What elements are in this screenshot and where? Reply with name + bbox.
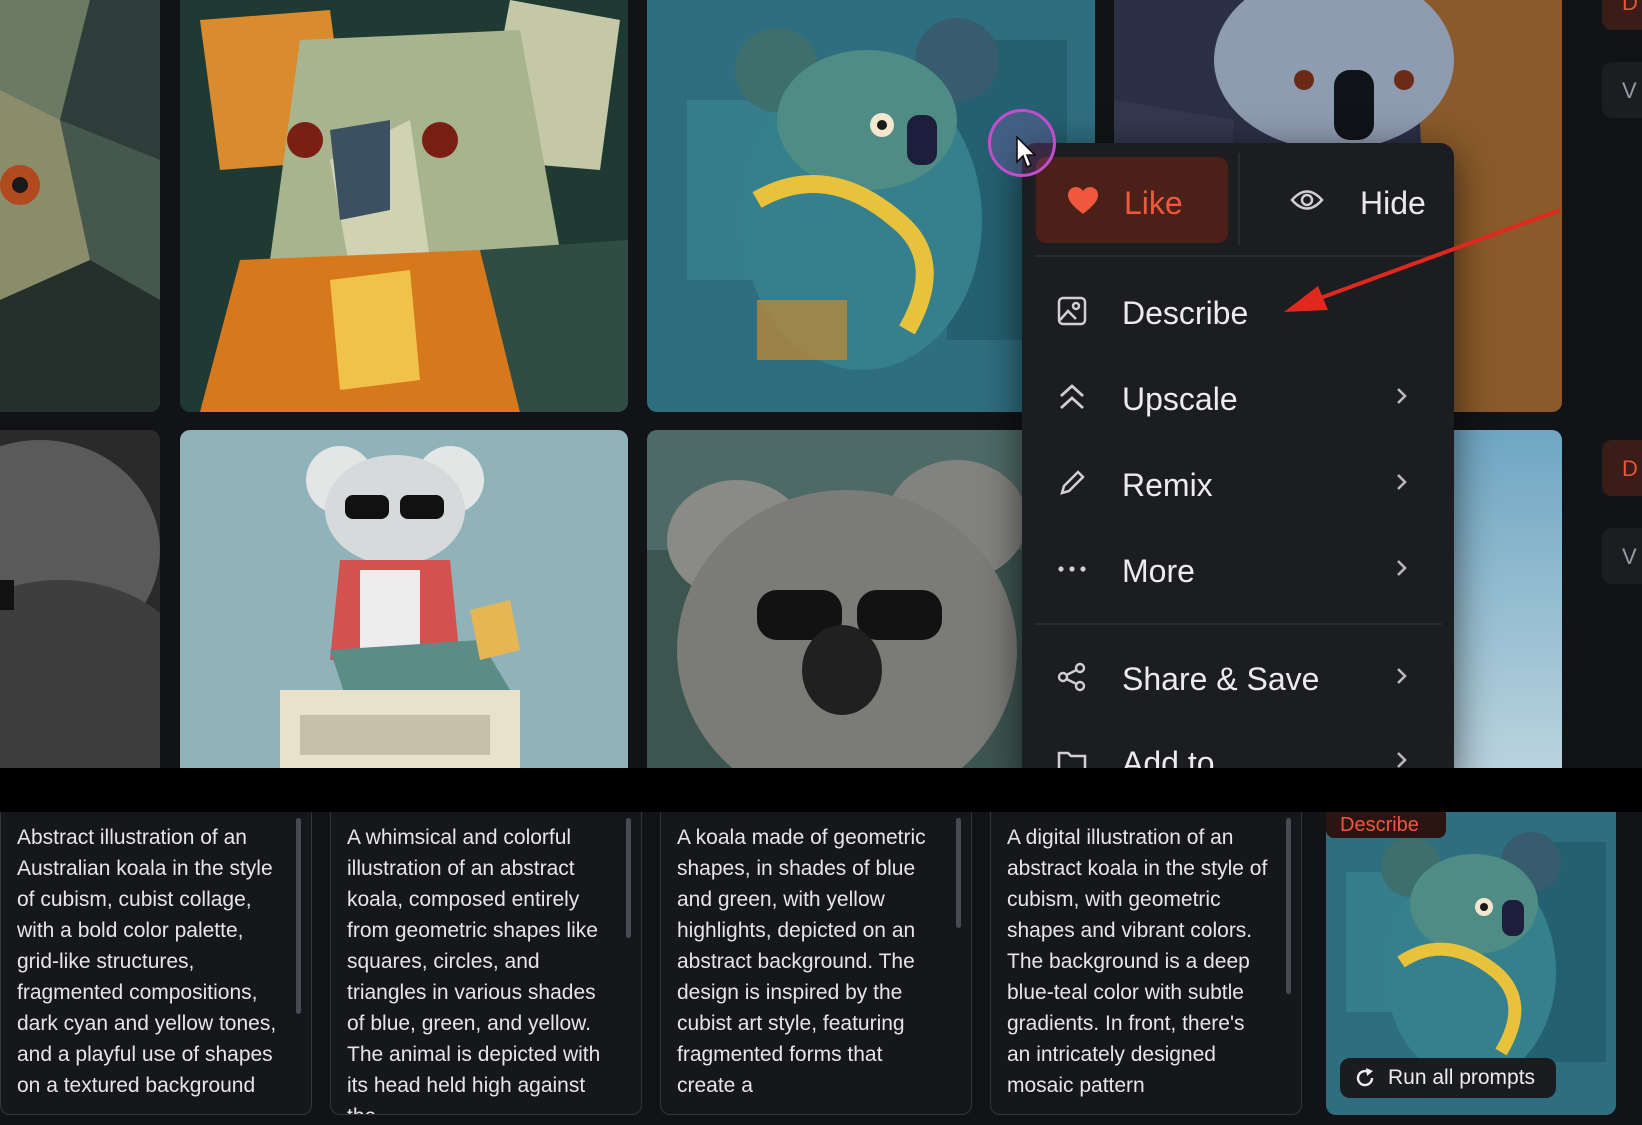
chevron-right-icon — [1397, 560, 1407, 576]
side-button-v-2[interactable]: V — [1602, 528, 1642, 584]
double-chevron-up-icon — [1060, 384, 1084, 410]
menu-item-label: More — [1122, 553, 1195, 589]
side-button-d-2[interactable]: D — [1602, 440, 1642, 496]
menu-item-label: Remix — [1122, 467, 1213, 503]
image-icon — [1057, 296, 1087, 326]
menu-item-label: Describe — [1122, 295, 1249, 331]
refresh-icon — [1356, 1068, 1374, 1087]
menu-item-add-to[interactable]: Add to — [1022, 725, 1454, 768]
chevron-right-icon — [1397, 474, 1407, 490]
prompt-card-1[interactable]: Abstract illustration of an Australian k… — [0, 812, 312, 1115]
side-button-d-1[interactable]: D — [1602, 0, 1642, 30]
heart-icon — [1068, 187, 1098, 214]
describe-tag-label: Describe — [1340, 814, 1419, 836]
prompt-card-4[interactable]: A digital illustration of an abstract ko… — [990, 812, 1302, 1115]
folder-icon — [1057, 751, 1087, 768]
prompt-card-2[interactable]: A whimsical and colorful illustration of… — [330, 812, 642, 1115]
menu-item-label: Add to — [1122, 745, 1215, 768]
menu-item-remix[interactable]: Remix — [1022, 447, 1454, 519]
menu-divider — [1034, 623, 1442, 625]
prompt-text: A koala made of geometric shapes, in sha… — [677, 826, 926, 1097]
mouse-cursor-icon — [1016, 136, 1037, 169]
scrollbar[interactable] — [626, 818, 631, 938]
menu-item-label: Upscale — [1122, 381, 1238, 417]
run-all-prompts-button[interactable]: Run all prompts — [1340, 1058, 1556, 1098]
like-label: Like — [1124, 185, 1183, 221]
gallery-image-koala-bw-photo[interactable] — [0, 430, 160, 768]
prompt-text: A digital illustration of an abstract ko… — [1007, 826, 1268, 1097]
describe-results: Abstract illustration of an Australian k… — [0, 812, 1642, 1125]
share-icon — [1057, 662, 1086, 692]
chevron-right-icon — [1397, 752, 1407, 768]
menu-item-label: Share & Save — [1122, 661, 1320, 697]
gallery-image-koala-mosaic-partial[interactable] — [0, 0, 160, 412]
ellipsis-icon — [1058, 566, 1086, 572]
like-button[interactable]: Like — [1036, 157, 1228, 243]
annotation-arrow-icon — [1284, 208, 1561, 312]
scrollbar[interactable] — [296, 818, 301, 1014]
describe-tag: Describe — [1326, 812, 1446, 838]
menu-item-upscale[interactable]: Upscale — [1022, 361, 1454, 433]
chevron-right-icon — [1397, 388, 1407, 404]
prompt-text: A whimsical and colorful illustration of… — [347, 826, 601, 1114]
menu-item-more[interactable]: More — [1022, 533, 1454, 605]
prompt-card-3[interactable]: A koala made of geometric shapes, in sha… — [660, 812, 972, 1115]
divider-band — [0, 768, 1642, 812]
gallery-image-koala-orange-lowpoly[interactable] — [180, 0, 628, 412]
chevron-right-icon — [1397, 668, 1407, 684]
run-all-prompts-label: Run all prompts — [1388, 1066, 1536, 1089]
menu-item-share-save[interactable]: Share & Save — [1022, 641, 1454, 713]
pencil-icon — [1060, 470, 1085, 495]
gallery-image-koala-cartoon-sunglasses[interactable] — [180, 430, 628, 768]
scrollbar[interactable] — [1286, 818, 1291, 994]
prompt-text: Abstract illustration of an Australian k… — [17, 826, 277, 1097]
image-gallery: D V D V Like Hide Describe Upscale Remix… — [0, 0, 1642, 768]
side-button-v-1[interactable]: V — [1602, 62, 1642, 118]
menu-divider-vertical — [1238, 153, 1240, 245]
scrollbar[interactable] — [956, 818, 961, 928]
